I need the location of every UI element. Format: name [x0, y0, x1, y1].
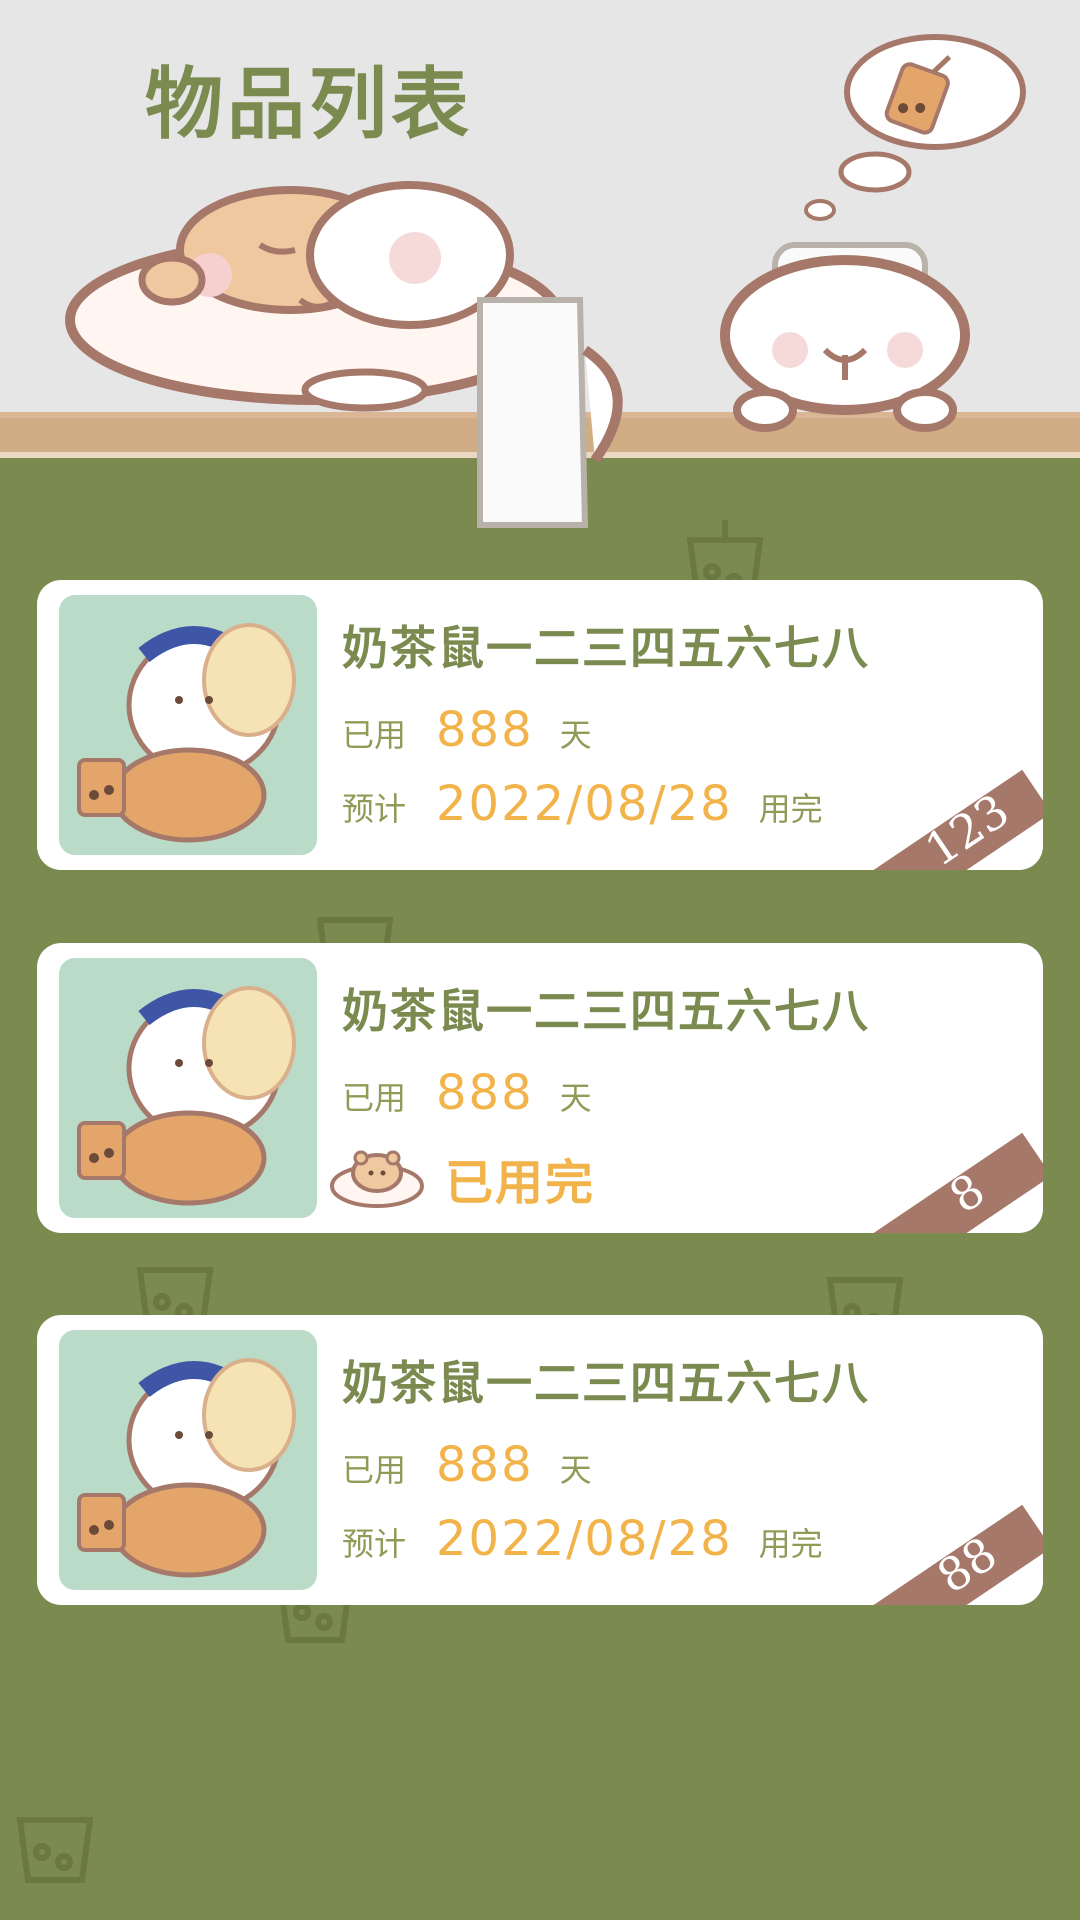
- item-card[interactable]: 奶茶鼠一二三四五六七八 已用 888 天 预计 2022/08/28 用完 88: [37, 1315, 1043, 1605]
- milk-tea-icon: [16, 1817, 94, 1883]
- status-text: 已用完: [445, 1155, 596, 1211]
- used-unit: 天: [559, 1079, 592, 1117]
- item-thumbnail: [59, 595, 317, 855]
- item-name: 奶茶鼠一二三四五六七八: [342, 984, 870, 1038]
- plan-suffix: 用完: [758, 1525, 823, 1563]
- towel-illustration: [477, 297, 589, 528]
- plan-label: 预计: [342, 1525, 407, 1563]
- used-unit: 天: [559, 716, 592, 754]
- used-label: 已用: [342, 1079, 407, 1117]
- item-card[interactable]: 奶茶鼠一二三四五六七八 已用 888 天 预计 2022/08/28 用完 12…: [37, 580, 1043, 870]
- hamster-icon: [330, 1150, 424, 1208]
- plan-suffix: 用完: [758, 790, 823, 828]
- used-label: 已用: [342, 1451, 407, 1489]
- thought-bubble-icon: [804, 34, 1026, 221]
- plan-row: 预计 2022/08/28 用完: [342, 1511, 823, 1567]
- used-days: 888: [436, 702, 534, 758]
- milk-tea-icon: [77, 1121, 126, 1180]
- used-row: 已用 888 天: [342, 702, 592, 758]
- item-thumbnail: [59, 1330, 317, 1590]
- item-card[interactable]: 奶茶鼠一二三四五六七八 已用 888 天 已用完 8: [37, 943, 1043, 1233]
- used-unit: 天: [559, 1451, 592, 1489]
- status-row: 已用完: [327, 1143, 595, 1213]
- page-title: 物品列表: [145, 59, 474, 150]
- milk-tea-icon: [77, 758, 126, 817]
- used-row: 已用 888 天: [342, 1437, 592, 1493]
- plan-date: 2022/08/28: [436, 1511, 733, 1567]
- milk-tea-icon: [77, 1493, 126, 1552]
- used-days: 888: [436, 1065, 534, 1121]
- hamster-with-bowl-illustration: [720, 242, 970, 432]
- used-days: 888: [436, 1437, 534, 1493]
- item-name: 奶茶鼠一二三四五六七八: [342, 1356, 870, 1410]
- item-thumbnail: [59, 958, 317, 1218]
- plan-label: 预计: [342, 790, 407, 828]
- used-row: 已用 888 天: [342, 1065, 592, 1121]
- plan-date: 2022/08/28: [436, 776, 733, 832]
- plan-row: 预计 2022/08/28 用完: [342, 776, 823, 832]
- item-name: 奶茶鼠一二三四五六七八: [342, 621, 870, 675]
- used-label: 已用: [342, 716, 407, 754]
